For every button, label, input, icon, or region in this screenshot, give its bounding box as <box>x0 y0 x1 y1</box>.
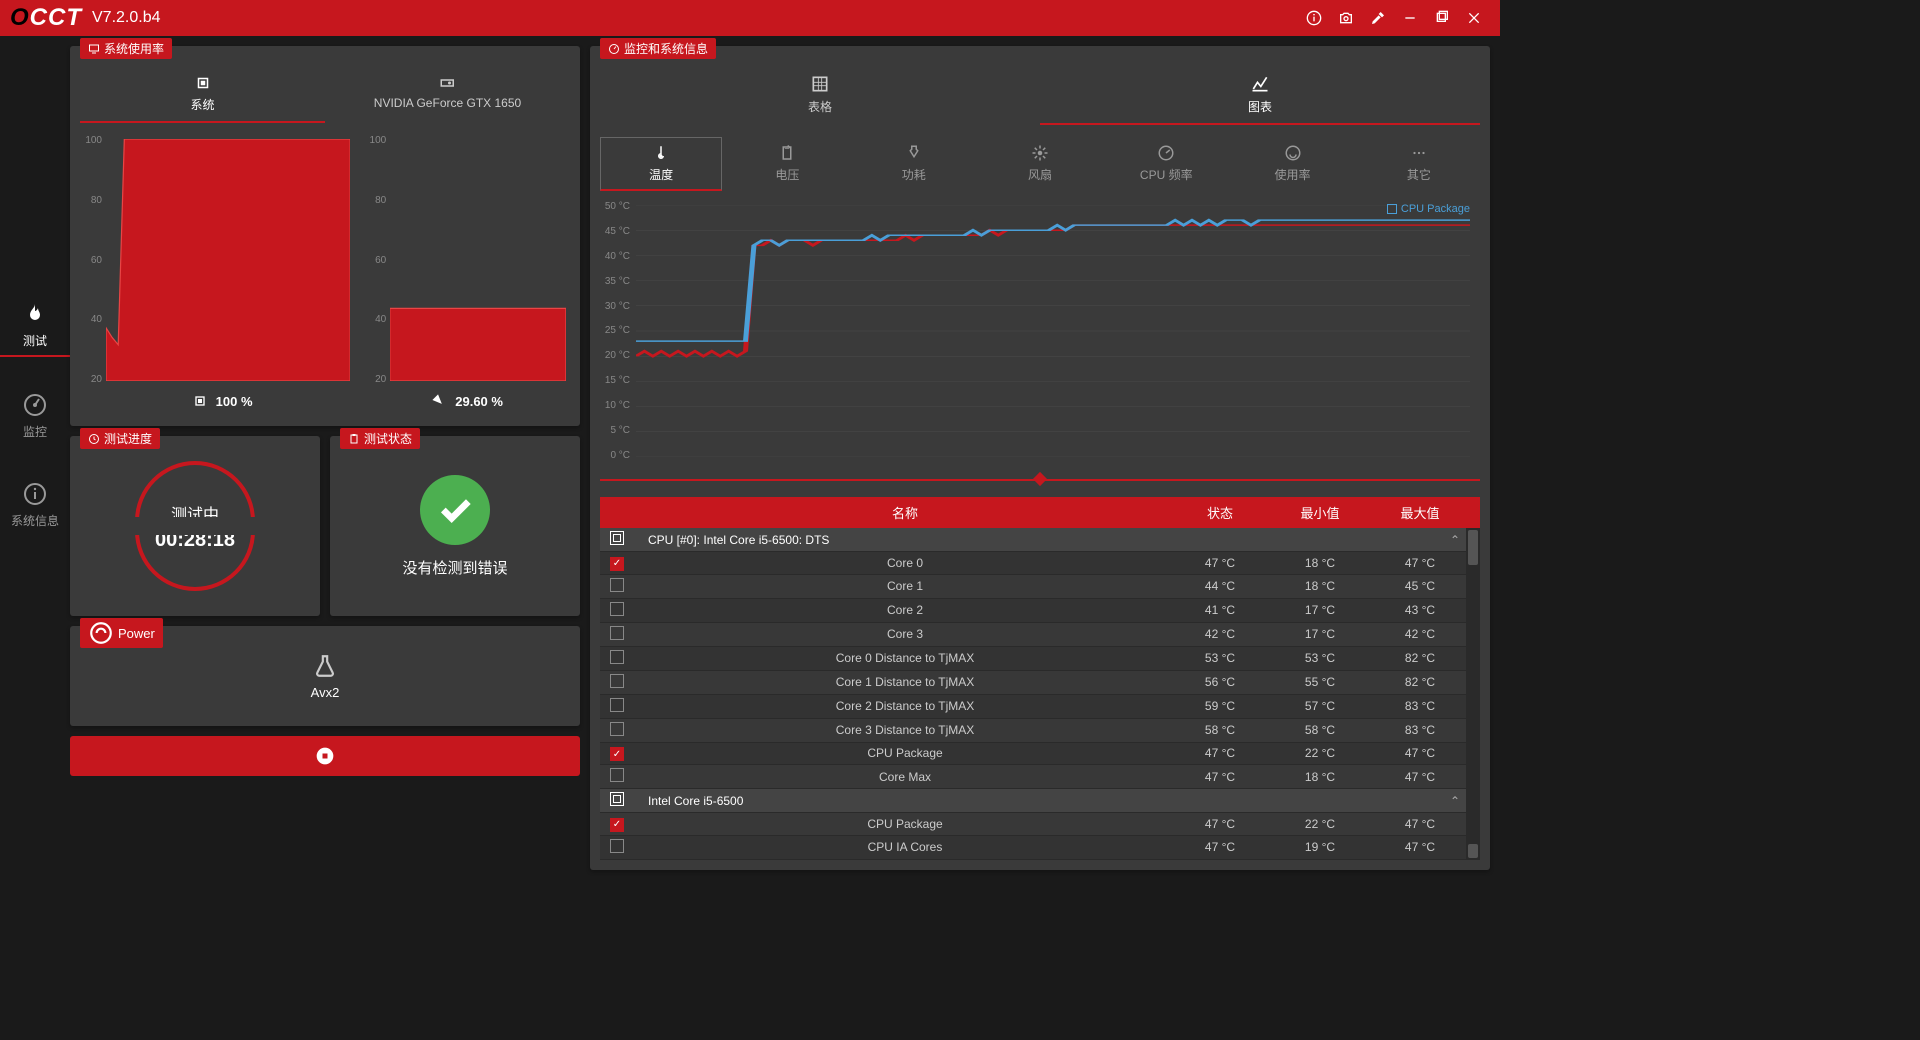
app-version: V7.2.0.b4 <box>92 9 161 27</box>
scrollbar-thumb[interactable] <box>1468 844 1478 858</box>
row-checkbox[interactable] <box>610 557 624 571</box>
settings-button[interactable] <box>1362 2 1394 34</box>
table-row[interactable]: Core 047 °C18 °C47 °C <box>600 552 1480 575</box>
metric-tab-4[interactable]: CPU 频率 <box>1105 137 1227 191</box>
table-row[interactable]: CPU Package47 °C22 °C47 °C <box>600 743 1480 766</box>
metric-tab-0[interactable]: 温度 <box>600 137 722 191</box>
scrollbar-thumb[interactable] <box>1468 530 1478 565</box>
cpu-usage-chart: 10080604020 <box>80 135 354 385</box>
monitor-icon <box>88 43 100 55</box>
flame-icon <box>23 302 47 326</box>
sidebar-item-label: 监控 <box>23 423 47 440</box>
usage-tab-gpu[interactable]: NVIDIA GeForce GTX 1650 <box>325 66 570 123</box>
table-row[interactable]: CPU [#0]: Intel Core i5-6500: DTS⌃ <box>600 528 1480 552</box>
metric-tab-6[interactable]: 其它 <box>1358 137 1480 191</box>
scrollbar[interactable] <box>1466 528 1480 860</box>
table-row[interactable]: Core 241 °C17 °C43 °C <box>600 599 1480 623</box>
monitor-panel: 监控和系统信息 表格 图表 温度电压功耗风扇CPU 频率使用率其它 50 °C4… <box>590 46 1490 870</box>
screenshot-button[interactable] <box>1330 2 1362 34</box>
metric-tab-5[interactable]: 使用率 <box>1231 137 1353 191</box>
sidebar-item-monitor[interactable]: 监控 <box>0 387 70 446</box>
metric-tab-2[interactable]: 功耗 <box>853 137 975 191</box>
row-checkbox[interactable] <box>610 602 624 616</box>
cpu-usage-value: 100 % <box>80 393 364 409</box>
minimize-button[interactable] <box>1394 2 1426 34</box>
clipboard-icon <box>348 433 360 445</box>
power-panel: Power Avx2 <box>70 626 580 726</box>
row-checkbox[interactable] <box>610 768 624 782</box>
row-checkbox[interactable] <box>610 818 624 832</box>
table-row[interactable]: Intel Core i5-6500⌃ <box>600 789 1480 813</box>
power-label: Avx2 <box>311 685 340 700</box>
row-checkbox[interactable] <box>610 698 624 712</box>
chart-icon <box>1250 74 1270 94</box>
sidebar-item-label: 系统信息 <box>11 512 59 529</box>
sidebar-item-label: 测试 <box>23 332 47 349</box>
metric-tab-3[interactable]: 风扇 <box>979 137 1101 191</box>
panel-tag: 测试状态 <box>340 428 420 449</box>
close-button[interactable] <box>1458 2 1490 34</box>
cpu-icon <box>194 74 212 92</box>
titlebar: OCCT V7.2.0.b4 <box>0 0 1500 36</box>
table-row[interactable]: Core 2 Distance to TjMAX59 °C57 °C83 °C <box>600 695 1480 719</box>
table-row[interactable]: Core 0 Distance to TjMAX53 °C53 °C82 °C <box>600 647 1480 671</box>
table-row[interactable]: CPU IA Cores47 °C19 °C47 °C <box>600 836 1480 860</box>
table-icon <box>810 74 830 94</box>
status-text: 没有检测到错误 <box>402 557 507 578</box>
panel-tag: 测试进度 <box>80 428 160 449</box>
gauge-icon <box>608 43 620 55</box>
table-row[interactable]: Core 1 Distance to TjMAX56 °C55 °C82 °C <box>600 671 1480 695</box>
panel-tag: 监控和系统信息 <box>600 38 716 59</box>
memory-usage-chart: 10080604020 <box>364 135 570 385</box>
panel-tag: Power <box>80 618 163 648</box>
table-row[interactable]: Core Max47 °C18 °C47 °C <box>600 765 1480 789</box>
gpu-icon <box>439 74 457 92</box>
cpu-icon <box>192 393 208 409</box>
maximize-button[interactable] <box>1426 2 1458 34</box>
sensor-table: 名称 状态 最小值 最大值 CPU [#0]: Intel Core i5-65… <box>600 497 1480 860</box>
gauge-icon <box>23 393 47 417</box>
memory-icon <box>431 393 447 409</box>
memory-usage-value: 29.60 % <box>364 393 570 409</box>
row-checkbox[interactable] <box>610 578 624 592</box>
row-checkbox[interactable] <box>610 839 624 853</box>
check-icon <box>420 475 490 545</box>
panel-tag: 系统使用率 <box>80 38 172 59</box>
system-usage-panel: 系统使用率 系统 NVIDIA GeForce GTX 1650 1008060… <box>70 46 580 426</box>
table-header: 名称 状态 最小值 最大值 <box>600 497 1480 528</box>
view-tab-table[interactable]: 表格 <box>600 66 1040 125</box>
flask-icon <box>312 653 338 679</box>
sidebar-item-test[interactable]: 测试 <box>0 296 70 357</box>
power-icon <box>88 620 114 646</box>
stop-icon <box>315 746 335 766</box>
table-row[interactable]: Core 342 °C17 °C42 °C <box>600 623 1480 647</box>
row-checkbox[interactable] <box>610 722 624 736</box>
row-checkbox[interactable] <box>610 747 624 761</box>
temperature-chart: 50 °C45 °C40 °C35 °C30 °C25 °C20 °C15 °C… <box>600 201 1480 461</box>
table-row[interactable]: Core 3 Distance to TjMAX58 °C58 °C83 °C <box>600 719 1480 743</box>
row-checkbox[interactable] <box>610 650 624 664</box>
clock-icon <box>88 433 100 445</box>
chart-slider[interactable] <box>600 469 1480 489</box>
table-row[interactable]: CPU Package47 °C22 °C47 °C <box>600 813 1480 836</box>
row-checkbox[interactable] <box>610 674 624 688</box>
metric-tab-1[interactable]: 电压 <box>726 137 848 191</box>
app-logo: OCCT <box>10 4 82 32</box>
sidebar: 测试 监控 系统信息 <box>0 36 70 812</box>
stop-test-button[interactable] <box>70 736 580 776</box>
info-icon <box>23 482 47 506</box>
test-status-panel: 测试状态 没有检测到错误 <box>330 436 580 616</box>
sidebar-item-sysinfo[interactable]: 系统信息 <box>0 476 70 535</box>
table-row[interactable]: Core 144 °C18 °C45 °C <box>600 575 1480 599</box>
legend-cpu-package[interactable]: CPU Package <box>1387 203 1470 215</box>
row-checkbox[interactable] <box>610 626 624 640</box>
usage-tab-system[interactable]: 系统 <box>80 66 325 123</box>
test-progress-panel: 测试进度 测试中 00:28:18 <box>70 436 320 616</box>
info-button[interactable] <box>1298 2 1330 34</box>
view-tab-chart[interactable]: 图表 <box>1040 66 1480 125</box>
